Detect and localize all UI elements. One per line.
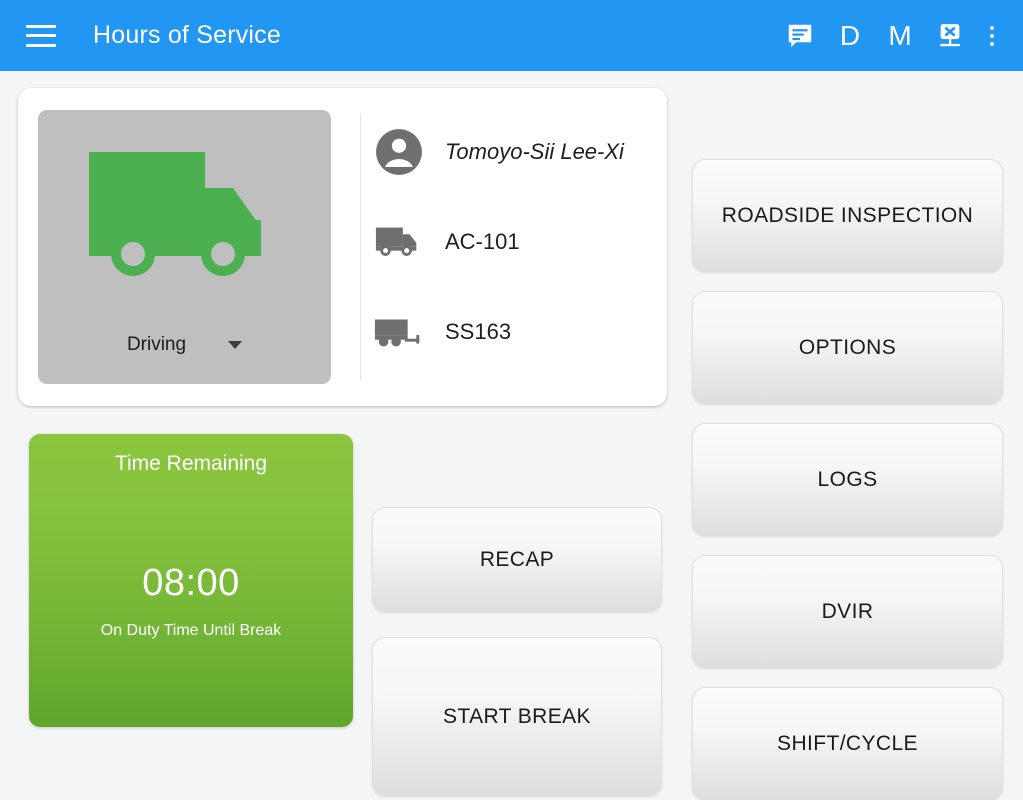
app-bar: Hours of Service D M (0, 0, 1023, 71)
time-remaining-title: Time Remaining (114, 452, 268, 475)
device-disconnected-icon[interactable] (925, 11, 975, 61)
driver-name-row[interactable]: Tomoyo-Sii Lee-Xi (373, 122, 653, 182)
person-icon (373, 127, 425, 177)
messages-icon[interactable] (775, 11, 825, 61)
driver-info-list: Tomoyo-Sii Lee-Xi AC-101 SS163 (373, 122, 653, 362)
d-indicator[interactable]: D (825, 11, 875, 61)
duty-status-label: Driving (126, 334, 187, 355)
truck-icon (81, 140, 289, 295)
app-bar-actions: D M (775, 11, 1009, 61)
options-button[interactable]: OPTIONS (692, 291, 1003, 404)
hamburger-menu-icon[interactable] (26, 24, 56, 47)
trailer-row[interactable]: SS163 (373, 302, 653, 362)
time-remaining-value: 08:00 (142, 562, 240, 604)
vehicle-row[interactable]: AC-101 (373, 212, 653, 272)
duty-status-row: Driving (38, 334, 331, 356)
dvir-button[interactable]: DVIR (692, 555, 1003, 668)
time-remaining-card[interactable]: Time Remaining 08:00 On Duty Time Until … (29, 434, 353, 727)
driver-name: Tomoyo-Sii Lee-Xi (445, 139, 624, 164)
shift-cycle-button[interactable]: SHIFT/CYCLE (692, 687, 1003, 800)
m-indicator-label: M (888, 19, 912, 51)
overflow-dot-1 (990, 25, 994, 30)
hamburger-bar-3 (26, 43, 56, 47)
vehicle-id: AC-101 (445, 229, 520, 254)
overflow-dot-2 (990, 33, 994, 38)
overflow-dots (990, 25, 994, 46)
roadside-inspection-button[interactable]: ROADSIDE INSPECTION (692, 159, 1003, 272)
overflow-dot-3 (990, 41, 994, 46)
trailer-icon (373, 313, 425, 351)
page-title: Hours of Service (93, 21, 281, 49)
hamburger-bar-2 (26, 34, 56, 37)
start-break-button[interactable]: START BREAK (372, 637, 662, 796)
driver-status-card: Driving Tomoyo-Sii Lee-Xi AC-101 SS163 (18, 88, 667, 406)
overflow-menu-icon[interactable] (975, 11, 1009, 61)
m-indicator[interactable]: M (875, 11, 925, 61)
time-remaining-subtitle: On Duty Time Until Break (100, 622, 282, 639)
chevron-down-icon[interactable] (228, 341, 243, 349)
recap-button[interactable]: RECAP (372, 507, 662, 612)
logs-button[interactable]: LOGS (692, 423, 1003, 536)
truck-icon (373, 223, 425, 261)
trailer-id: SS163 (445, 319, 512, 344)
d-indicator-label: D (839, 19, 861, 51)
main-content: Driving Tomoyo-Sii Lee-Xi AC-101 SS163 T… (0, 71, 1023, 800)
duty-status-selector[interactable]: Driving (38, 110, 331, 384)
hamburger-bar-1 (26, 24, 56, 28)
card-divider (360, 114, 361, 380)
